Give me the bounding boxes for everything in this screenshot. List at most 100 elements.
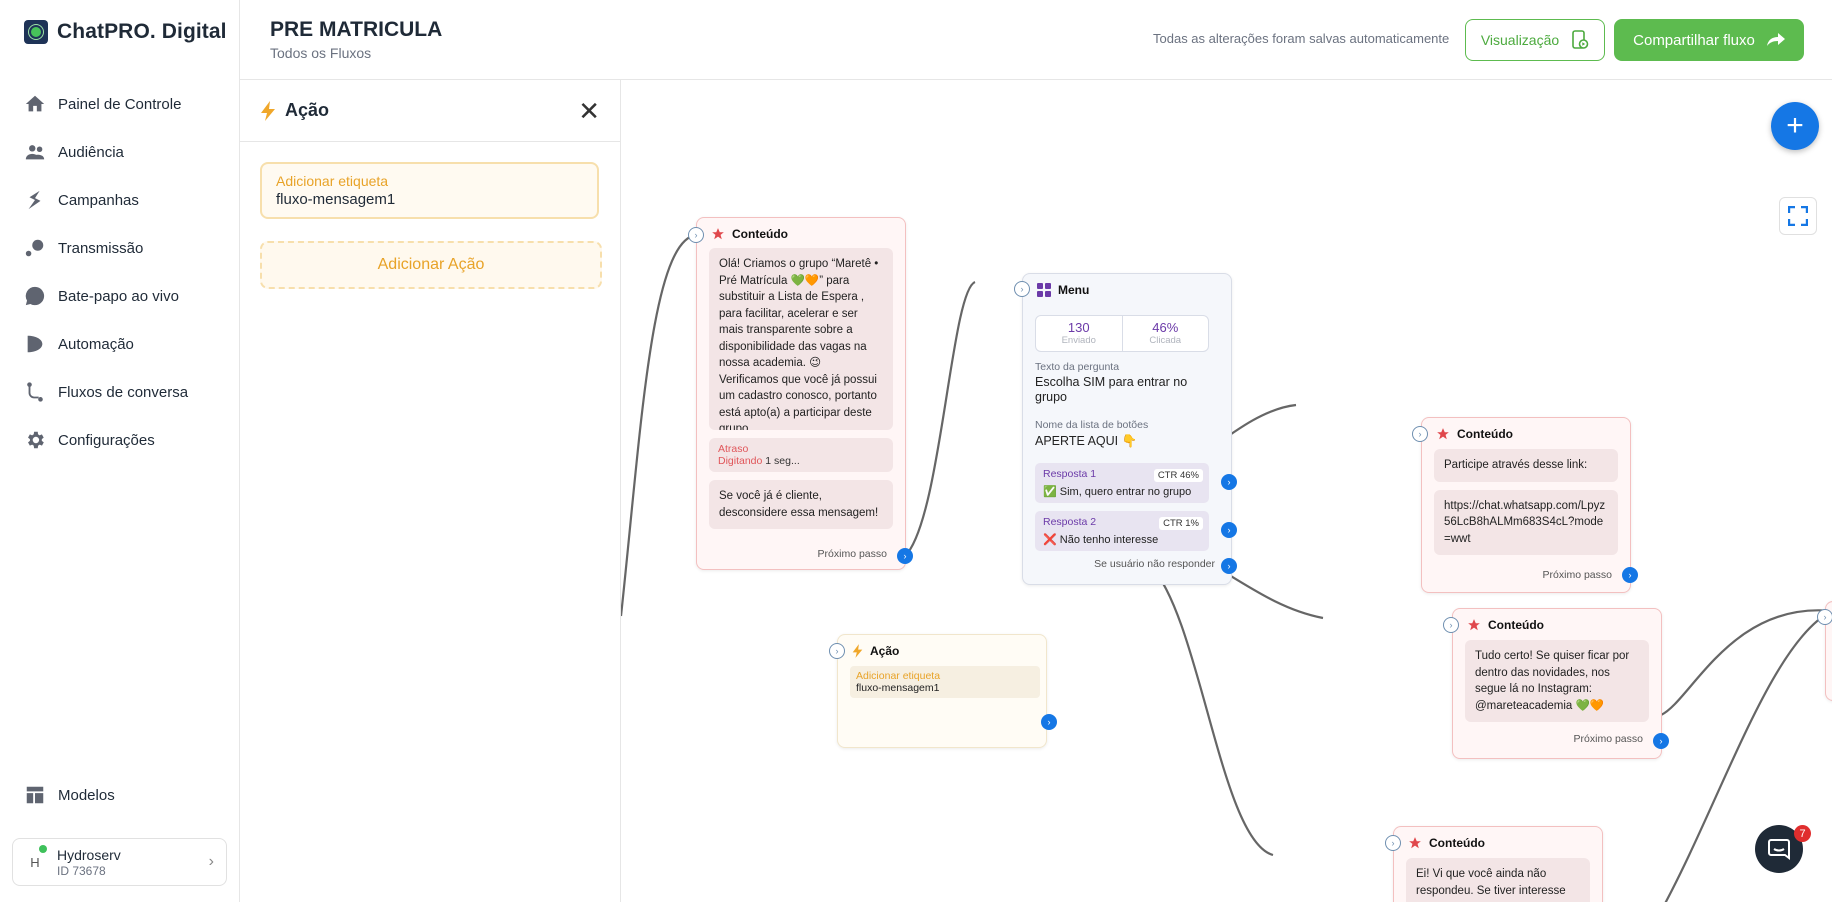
input-port[interactable]: › xyxy=(1817,609,1832,625)
users-icon xyxy=(25,145,45,160)
link-bubble[interactable]: https://chat.whatsapp.com/Lpyz56LcB8hALM… xyxy=(1434,489,1618,555)
edge-into-content1 xyxy=(621,233,697,617)
output-port[interactable]: › xyxy=(1622,567,1638,583)
share-flow-button[interactable]: Compartilhar fluxo xyxy=(1614,19,1804,61)
sidebar-item-label: Modelos xyxy=(58,786,115,804)
output-port[interactable]: › xyxy=(897,548,913,564)
action-tag-block: Adicionar etiqueta fluxo-mensagem1 xyxy=(850,666,1040,698)
save-status: Todas as alterações foram salvas automat… xyxy=(1153,31,1450,46)
header: PRE MATRICULA Todos os Fluxos Todas as a… xyxy=(240,0,1832,80)
avatar: H xyxy=(25,844,47,870)
input-port[interactable]: › xyxy=(1014,281,1030,297)
tag-label: Adicionar etiqueta xyxy=(856,670,941,682)
content-node-2[interactable]: Conteúdo Participe através desse link: h… xyxy=(1421,417,1631,593)
add-tag-field[interactable]: Adicionar etiqueta fluxo-mensagem1 xyxy=(260,162,599,219)
add-action-button[interactable]: Adicionar Ação xyxy=(260,241,602,289)
expand-icon xyxy=(1788,206,1808,226)
sidebar-item-painel[interactable]: Painel de Controle xyxy=(24,80,224,128)
response-text: ❌ Não tenho interesse xyxy=(1043,534,1159,546)
brand-name: ChatPRO. Digital xyxy=(57,20,227,43)
sidebar-item-automacao[interactable]: Automação xyxy=(24,320,224,368)
sidebar: ChatPRO. Digital Painel de Controle Audi… xyxy=(0,0,240,902)
question-text: Escolha SIM para entrar no grupo xyxy=(1035,375,1188,404)
sidebar-item-bate-papo[interactable]: Bate-papo ao vivo xyxy=(24,272,224,320)
next-step-label: Próximo passo xyxy=(817,548,887,560)
message-bubble: Participe através desse link: xyxy=(1434,449,1618,482)
output-port[interactable]: › xyxy=(1041,714,1057,730)
edge-menu-content4 xyxy=(1150,565,1274,857)
add-tag-value: fluxo-mensagem1 xyxy=(276,191,396,208)
input-port[interactable]: › xyxy=(1412,426,1428,442)
chat-bubble-icon xyxy=(25,286,45,306)
notification-badge: 7 xyxy=(1794,825,1811,842)
sidebar-nav: Painel de Controle Audiência Campanhas T… xyxy=(24,80,224,464)
sidebar-item-configuracoes[interactable]: Configurações xyxy=(24,416,224,464)
campaign-icon xyxy=(28,190,41,210)
add-node-button[interactable]: + xyxy=(1771,102,1819,150)
sent-label: Enviado xyxy=(1061,335,1096,346)
message-bubble-2: Se você já é cliente, desconsidere essa … xyxy=(709,480,893,529)
output-port-response-1[interactable]: › xyxy=(1221,474,1237,490)
clicked-label: Clicada xyxy=(1149,335,1182,346)
sidebar-item-transmissao[interactable]: Transmissão xyxy=(24,224,224,272)
star-icon xyxy=(712,228,724,240)
home-icon xyxy=(25,95,45,112)
sidebar-item-label: Automação xyxy=(58,335,134,353)
ctr-badge: CTR 46% xyxy=(1153,469,1203,482)
fit-view-button[interactable] xyxy=(1779,197,1817,235)
automation-icon xyxy=(27,335,43,353)
sent-count: 130 xyxy=(1067,320,1090,335)
next-step-label: Próximo passo xyxy=(1542,569,1612,581)
action-node[interactable]: Ação Adicionar etiqueta fluxo-mensagem1 xyxy=(837,634,1047,748)
chevron-right-icon: › xyxy=(208,853,214,870)
panel-header: Ação ✕ xyxy=(240,80,620,142)
brand[interactable]: ChatPRO. Digital xyxy=(24,20,227,44)
sidebar-item-label: Bate-papo ao vivo xyxy=(58,287,179,305)
sidebar-item-modelos[interactable]: Modelos xyxy=(24,771,115,819)
sidebar-item-label: Audiência xyxy=(58,143,124,161)
sidebar-item-label: Campanhas xyxy=(58,191,139,209)
content-node-4[interactable]: Conteúdo Ei! Vi que você ainda não respo… xyxy=(1393,826,1603,902)
edge-bottom-next xyxy=(1664,610,1832,902)
input-port[interactable]: › xyxy=(829,643,845,659)
preview-button[interactable]: Visualização xyxy=(1465,19,1605,61)
edge-content3-next xyxy=(1660,609,1832,716)
response-1[interactable]: Resposta 1 CTR 46% ✅ Sim, quero entrar n… xyxy=(1035,463,1209,503)
lightning-icon xyxy=(852,644,863,658)
delay-value: 1 seg... xyxy=(765,455,800,467)
output-port-no-reply[interactable]: › xyxy=(1221,558,1237,574)
sidebar-item-label: Configurações xyxy=(58,431,155,449)
response-text: ✅ Sim, quero entrar no grupo xyxy=(1043,486,1192,498)
node-title: Conteúdo xyxy=(732,227,788,241)
sidebar-item-audiencia[interactable]: Audiência xyxy=(24,128,224,176)
output-port[interactable]: › xyxy=(1653,733,1669,749)
next-step-label: Próximo passo xyxy=(1573,733,1643,745)
plus-icon: + xyxy=(1786,109,1804,142)
close-icon[interactable]: ✕ xyxy=(578,98,600,124)
content-node-3[interactable]: Conteúdo Tudo certo! Se quiser ficar por… xyxy=(1452,608,1662,759)
response-2[interactable]: Resposta 2 CTR 1% ❌ Não tenho interesse xyxy=(1035,511,1209,551)
sidebar-item-campanhas[interactable]: Campanhas xyxy=(24,176,224,224)
grid-icon xyxy=(1037,283,1051,297)
input-port[interactable]: › xyxy=(1385,835,1401,851)
panel-title: Ação xyxy=(285,100,330,120)
star-icon xyxy=(1468,619,1480,631)
online-status-dot xyxy=(39,844,47,853)
delay-label: Atraso xyxy=(718,443,749,455)
node-title: Menu xyxy=(1058,283,1090,297)
content-node-1[interactable]: Conteúdo Olá! Criamos o grupo “Maretê • … xyxy=(696,217,906,570)
flow-canvas[interactable]: Conteúdo Olá! Criamos o grupo “Maretê • … xyxy=(621,81,1832,902)
output-port-response-2[interactable]: › xyxy=(1221,522,1237,538)
menu-node[interactable]: Menu 130 Enviado 46% Clicada Texto da perg… xyxy=(1022,273,1232,585)
menu-stats: 130 Enviado 46% Clicada xyxy=(1035,315,1209,352)
action-panel: Ação ✕ Adicionar etiqueta fluxo-mensagem… xyxy=(240,80,621,902)
share-label: Compartilhar fluxo xyxy=(1633,31,1755,49)
broadcast-icon xyxy=(25,239,44,257)
input-port[interactable]: › xyxy=(688,227,704,243)
button-list-label: Nome da lista de botões xyxy=(1035,419,1149,431)
page-title: PRE MATRICULA xyxy=(270,18,443,41)
breadcrumb[interactable]: Todos os Fluxos xyxy=(270,45,371,61)
sidebar-item-fluxos[interactable]: Fluxos de conversa xyxy=(24,368,224,416)
input-port[interactable]: › xyxy=(1443,617,1459,633)
account-switcher[interactable]: H Hydroserv ID 73678 › xyxy=(12,838,227,886)
